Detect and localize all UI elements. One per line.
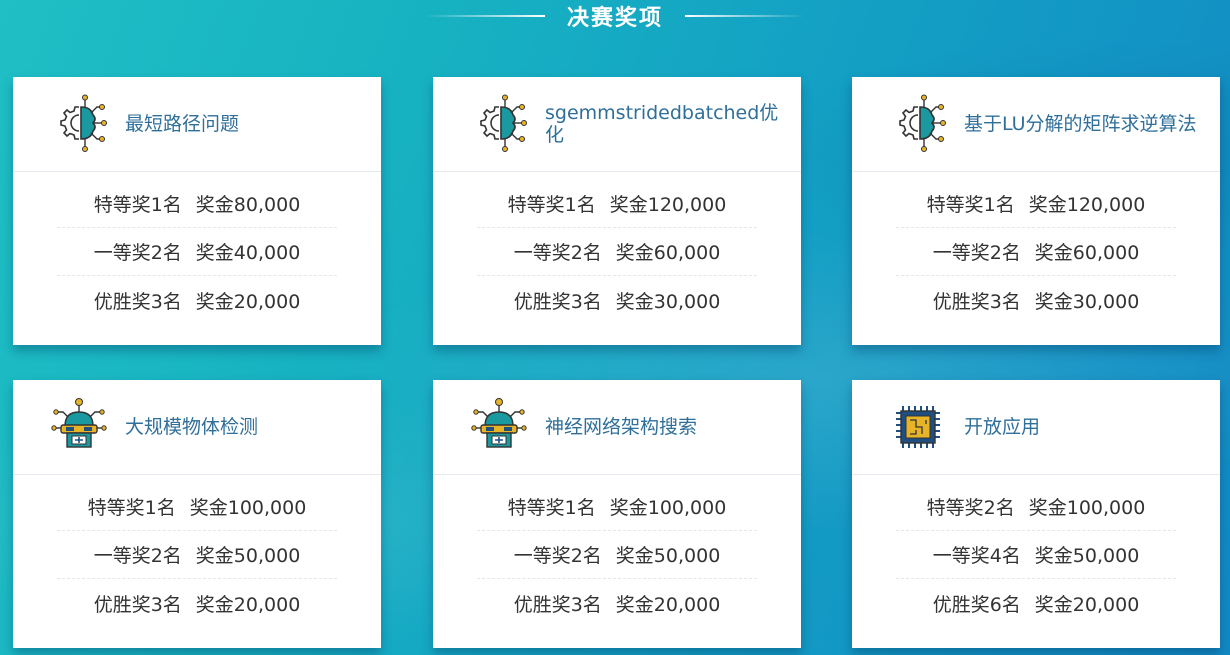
prize-row: 特等奖1名 奖金80,000 <box>57 180 337 228</box>
prize-level: 优胜奖6名 <box>932 593 1021 616</box>
prize-row: 特等奖1名 奖金120,000 <box>477 180 757 228</box>
prize-level: 一等奖2名 <box>93 545 182 567</box>
prize-level: 一等奖4名 <box>932 545 1021 567</box>
card-header: 最短路径问题 <box>13 77 381 172</box>
prize-card: sgemmstridedbatched优化 特等奖1名 奖金120,000 一等奖2名… <box>433 77 801 345</box>
prize-row: 特等奖2名 奖金100,000 <box>896 483 1176 531</box>
prize-amount: 奖金20,000 <box>1034 593 1140 616</box>
prize-level: 一等奖2名 <box>513 545 602 567</box>
prize-list: 特等奖1名 奖金120,000 一等奖2名 奖金60,000 优胜奖3名 奖金30,000 <box>433 172 801 324</box>
prize-level: 特等奖1名 <box>926 194 1015 216</box>
prize-level: 一等奖2名 <box>93 242 182 264</box>
prize-amount: 奖金60,000 <box>615 242 721 264</box>
prize-level: 优胜奖3名 <box>93 290 182 313</box>
prize-amount: 奖金80,000 <box>195 194 301 216</box>
card-title[interactable]: 最短路径问题 <box>125 113 239 135</box>
prize-level: 优胜奖3名 <box>513 593 602 616</box>
card-title[interactable]: 基于LU分解的矩阵求逆算法 <box>964 113 1197 135</box>
prize-amount: 奖金120,000 <box>609 194 727 216</box>
prize-level: 特等奖1名 <box>87 497 176 519</box>
prize-level: 一等奖2名 <box>932 242 1021 264</box>
prize-amount: 奖金100,000 <box>189 497 307 519</box>
prize-level: 特等奖1名 <box>507 194 596 216</box>
prize-amount: 奖金20,000 <box>615 593 721 616</box>
prize-amount: 奖金30,000 <box>1034 290 1140 313</box>
robot-icon <box>471 396 527 458</box>
section-title: 决赛奖项 <box>566 6 663 31</box>
prize-amount: 奖金50,000 <box>1034 545 1140 567</box>
prize-row: 优胜奖3名 奖金20,000 <box>477 579 757 627</box>
prize-level: 优胜奖3名 <box>932 290 1021 313</box>
card-title[interactable]: 神经网络架构搜索 <box>545 416 697 438</box>
prize-amount: 奖金40,000 <box>195 242 301 264</box>
prize-amount: 奖金60,000 <box>1034 242 1140 264</box>
card-title[interactable]: sgemmstridedbatched优化 <box>545 102 790 146</box>
prize-amount: 奖金20,000 <box>195 593 301 616</box>
robot-icon <box>51 396 107 458</box>
prize-list: 特等奖1名 奖金80,000 一等奖2名 奖金40,000 优胜奖3名 奖金20,000 <box>13 172 381 324</box>
section-header: 决赛奖项 <box>0 0 1230 32</box>
prize-row: 特等奖1名 奖金120,000 <box>896 180 1176 228</box>
card-title[interactable]: 开放应用 <box>964 416 1040 438</box>
prize-row: 优胜奖3名 奖金20,000 <box>57 579 337 627</box>
prize-card: 大规模物体检测 特等奖1名 奖金100,000 一等奖2名 奖金50,000 优胜奖3名奖… <box>13 380 381 648</box>
card-header: 基于LU分解的矩阵求逆算法 <box>852 77 1220 172</box>
prize-row: 一等奖2名 奖金40,000 <box>57 228 337 276</box>
prize-row: 一等奖2名 奖金50,000 <box>57 531 337 579</box>
card-header: 神经网络架构搜索 <box>433 380 801 475</box>
prize-amount: 奖金120,000 <box>1028 194 1146 216</box>
prize-row: 一等奖2名 奖金60,000 <box>896 228 1176 276</box>
brain-gear-icon <box>890 93 946 155</box>
prize-amount: 奖金30,000 <box>615 290 721 313</box>
prize-card: 神经网络架构搜索 特等奖1名 奖金100,000 一等奖2名 奖金50,000 优胜奖3名… <box>433 380 801 648</box>
prize-row: 优胜奖3名 奖金30,000 <box>477 276 757 324</box>
card-header: sgemmstridedbatched优化 <box>433 77 801 172</box>
prize-level: 一等奖2名 <box>513 242 602 264</box>
prize-amount: 奖金100,000 <box>1028 497 1146 519</box>
prize-row: 特等奖1名 奖金100,000 <box>477 483 757 531</box>
prize-row: 特等奖1名 奖金100,000 <box>57 483 337 531</box>
prize-list: 特等奖2名 奖金100,000 一等奖4名 奖金50,000 优胜奖6名 奖金20,000 <box>852 475 1220 627</box>
prize-list: 特等奖1名 奖金100,000 一等奖2名 奖金50,000 优胜奖3名 奖金20,000 <box>433 475 801 627</box>
prize-row: 优胜奖3名 奖金30,000 <box>896 276 1176 324</box>
prize-level: 特等奖1名 <box>93 194 182 216</box>
prize-amount: 奖金50,000 <box>195 545 301 567</box>
prize-row: 优胜奖3名 奖金20,000 <box>57 276 337 324</box>
prize-level: 优胜奖3名 <box>93 593 182 616</box>
prize-amount: 奖金50,000 <box>615 545 721 567</box>
prize-level: 优胜奖3名 <box>513 290 602 313</box>
prize-card: 开放应用 特等奖2名 奖金100,000 一等奖4名 奖金50,000 优胜奖6名 奖金20… <box>852 380 1220 648</box>
card-header: 开放应用 <box>852 380 1220 475</box>
prize-list: 特等奖1名 奖金120,000 一等奖2名 奖金60,000 优胜奖3名 奖金30,000 <box>852 172 1220 324</box>
prize-row: 一等奖2名 奖金60,000 <box>477 228 757 276</box>
prize-level: 特等奖1名 <box>507 497 596 519</box>
prize-row: 优胜奖6名 奖金20,000 <box>896 579 1176 627</box>
card-header: 大规模物体检测 <box>13 380 381 475</box>
title-line-right <box>685 15 805 17</box>
prize-list: 特等奖1名 奖金100,000 一等奖2名 奖金50,000 优胜奖3名 奖金20,000 <box>13 475 381 627</box>
prize-row: 一等奖4名 奖金50,000 <box>896 531 1176 579</box>
prize-card: 基于LU分解的矩阵求逆算法 特等奖1名 奖金120,000 一等奖2名 奖金60,000… <box>852 77 1220 345</box>
brain-gear-icon <box>51 93 107 155</box>
prize-amount: 奖金20,000 <box>195 290 301 313</box>
prize-level: 特等奖2名 <box>926 497 1015 519</box>
card-title[interactable]: 大规模物体检测 <box>125 416 258 438</box>
title-line-left <box>424 15 545 17</box>
brain-gear-icon <box>471 93 527 155</box>
prize-amount: 奖金100,000 <box>609 497 727 519</box>
prize-row: 一等奖2名 奖金50,000 <box>477 531 757 579</box>
chip-icon <box>890 396 946 458</box>
prize-card: 最短路径问题 特等奖1名 奖金80,000 一等奖2名 奖金40,000 优胜奖3名 奖金2… <box>13 77 381 345</box>
